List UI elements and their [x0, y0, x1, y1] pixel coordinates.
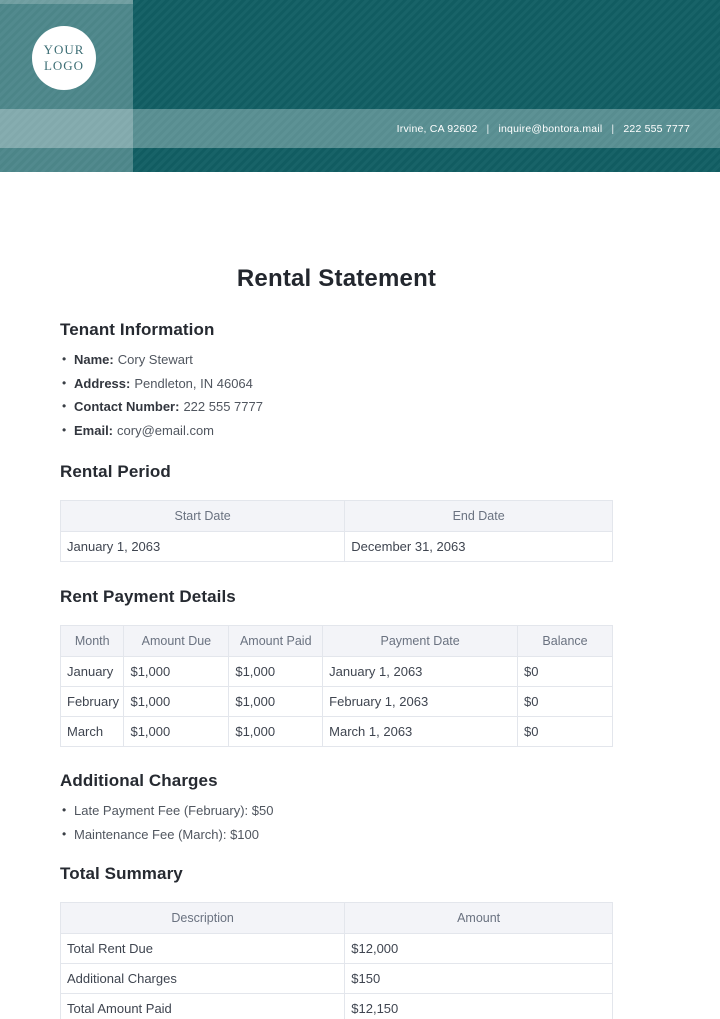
contact-info: Irvine, CA 92602 | inquire@bontora.mail … — [397, 123, 720, 135]
table-header-cell: End Date — [345, 501, 613, 532]
section-rent-payment-details: Rent Payment Details Month Amount Due Am… — [60, 587, 613, 747]
table-header-cell: Balance — [518, 626, 613, 657]
letterhead: Irvine, CA 92602 | inquire@bontora.mail … — [0, 0, 720, 172]
table-cell: $0 — [518, 717, 613, 747]
table-row: Total Rent Due $12,000 — [61, 934, 613, 964]
table-header-row: Start Date End Date — [61, 501, 613, 532]
table-header-cell: Month — [61, 626, 124, 657]
contact-location: Irvine, CA 92602 — [397, 123, 478, 135]
list-item: Contact Number: 222 555 7777 — [60, 395, 613, 419]
table-cell: Total Rent Due — [61, 934, 345, 964]
table-header-cell: Payment Date — [323, 626, 518, 657]
field-label: Contact Number: — [74, 399, 179, 414]
contact-separator: | — [611, 123, 614, 135]
table-cell: $1,000 — [124, 657, 229, 687]
table-cell: Total Amount Paid — [61, 994, 345, 1019]
table-cell: $1,000 — [124, 687, 229, 717]
field-value: 222 555 7777 — [183, 399, 263, 414]
table-cell: January 1, 2063 — [61, 532, 345, 562]
section-heading: Additional Charges — [60, 771, 613, 791]
table-row: Additional Charges $150 — [61, 964, 613, 994]
total-summary-table: Description Amount Total Rent Due $12,00… — [60, 902, 613, 1019]
table-header-row: Month Amount Due Amount Paid Payment Dat… — [61, 626, 613, 657]
section-heading: Rental Period — [60, 462, 613, 482]
field-value: Pendleton, IN 46064 — [134, 376, 253, 391]
section-total-summary: Total Summary Description Amount Total R… — [60, 864, 613, 1019]
field-label: Name: — [74, 352, 114, 367]
table-cell: $150 — [345, 964, 613, 994]
table-header-cell: Description — [61, 903, 345, 934]
list-item: Email: cory@email.com — [60, 419, 613, 443]
table-cell: Additional Charges — [61, 964, 345, 994]
section-heading: Rent Payment Details — [60, 587, 613, 607]
table-header-row: Description Amount — [61, 903, 613, 934]
table-cell: March — [61, 717, 124, 747]
section-additional-charges: Additional Charges Late Payment Fee (Feb… — [60, 771, 613, 846]
table-cell: $12,150 — [345, 994, 613, 1019]
table-row: January 1, 2063 December 31, 2063 — [61, 532, 613, 562]
table-row: February $1,000 $1,000 February 1, 2063 … — [61, 687, 613, 717]
header-contact-band: Irvine, CA 92602 | inquire@bontora.mail … — [0, 109, 720, 148]
table-header-cell: Amount Due — [124, 626, 229, 657]
table-cell: January 1, 2063 — [323, 657, 518, 687]
table-cell: $1,000 — [124, 717, 229, 747]
section-heading: Total Summary — [60, 864, 613, 884]
section-tenant-information: Tenant Information Name: Cory Stewart Add… — [60, 320, 613, 442]
table-row: March $1,000 $1,000 March 1, 2063 $0 — [61, 717, 613, 747]
field-value: cory@email.com — [117, 423, 214, 438]
table-header-cell: Amount — [345, 903, 613, 934]
table-cell: $0 — [518, 657, 613, 687]
table-cell: January — [61, 657, 124, 687]
section-heading: Tenant Information — [60, 320, 613, 340]
logo: YOUR LOGO — [32, 26, 96, 90]
table-cell: $1,000 — [229, 717, 323, 747]
list-item: Maintenance Fee (March): $100 — [60, 823, 613, 847]
logo-text-line2: LOGO — [44, 58, 84, 74]
table-cell: $0 — [518, 687, 613, 717]
table-cell: December 31, 2063 — [345, 532, 613, 562]
table-header-cell: Amount Paid — [229, 626, 323, 657]
tenant-info-list: Name: Cory Stewart Address: Pendleton, IN … — [60, 348, 613, 442]
field-value: Cory Stewart — [118, 352, 193, 367]
rental-statement-page: Irvine, CA 92602 | inquire@bontora.mail … — [0, 0, 720, 1019]
list-item: Address: Pendleton, IN 46064 — [60, 372, 613, 396]
page-title: Rental Statement — [60, 265, 613, 293]
section-rental-period: Rental Period Start Date End Date Januar… — [60, 462, 613, 562]
table-row: January $1,000 $1,000 January 1, 2063 $0 — [61, 657, 613, 687]
table-cell: $1,000 — [229, 657, 323, 687]
table-cell: $12,000 — [345, 934, 613, 964]
header-top-strip — [0, 0, 133, 4]
rental-period-table: Start Date End Date January 1, 2063 Dece… — [60, 500, 613, 562]
table-cell: February 1, 2063 — [323, 687, 518, 717]
table-cell: February — [61, 687, 124, 717]
logo-text-line1: YOUR — [44, 42, 85, 58]
table-header-cell: Start Date — [61, 501, 345, 532]
document-body: Rental Statement Tenant Information Name… — [0, 265, 720, 1019]
table-row: Total Amount Paid $12,150 — [61, 994, 613, 1019]
contact-email: inquire@bontora.mail — [498, 123, 602, 135]
list-item: Name: Cory Stewart — [60, 348, 613, 372]
field-label: Address: — [74, 376, 130, 391]
rent-payment-table: Month Amount Due Amount Paid Payment Dat… — [60, 625, 613, 747]
contact-separator: | — [487, 123, 490, 135]
additional-charges-list: Late Payment Fee (February): $50 Mainten… — [60, 799, 613, 846]
table-cell: $1,000 — [229, 687, 323, 717]
field-label: Email: — [74, 423, 113, 438]
table-cell: March 1, 2063 — [323, 717, 518, 747]
contact-phone: 222 555 7777 — [623, 123, 690, 135]
list-item: Late Payment Fee (February): $50 — [60, 799, 613, 823]
